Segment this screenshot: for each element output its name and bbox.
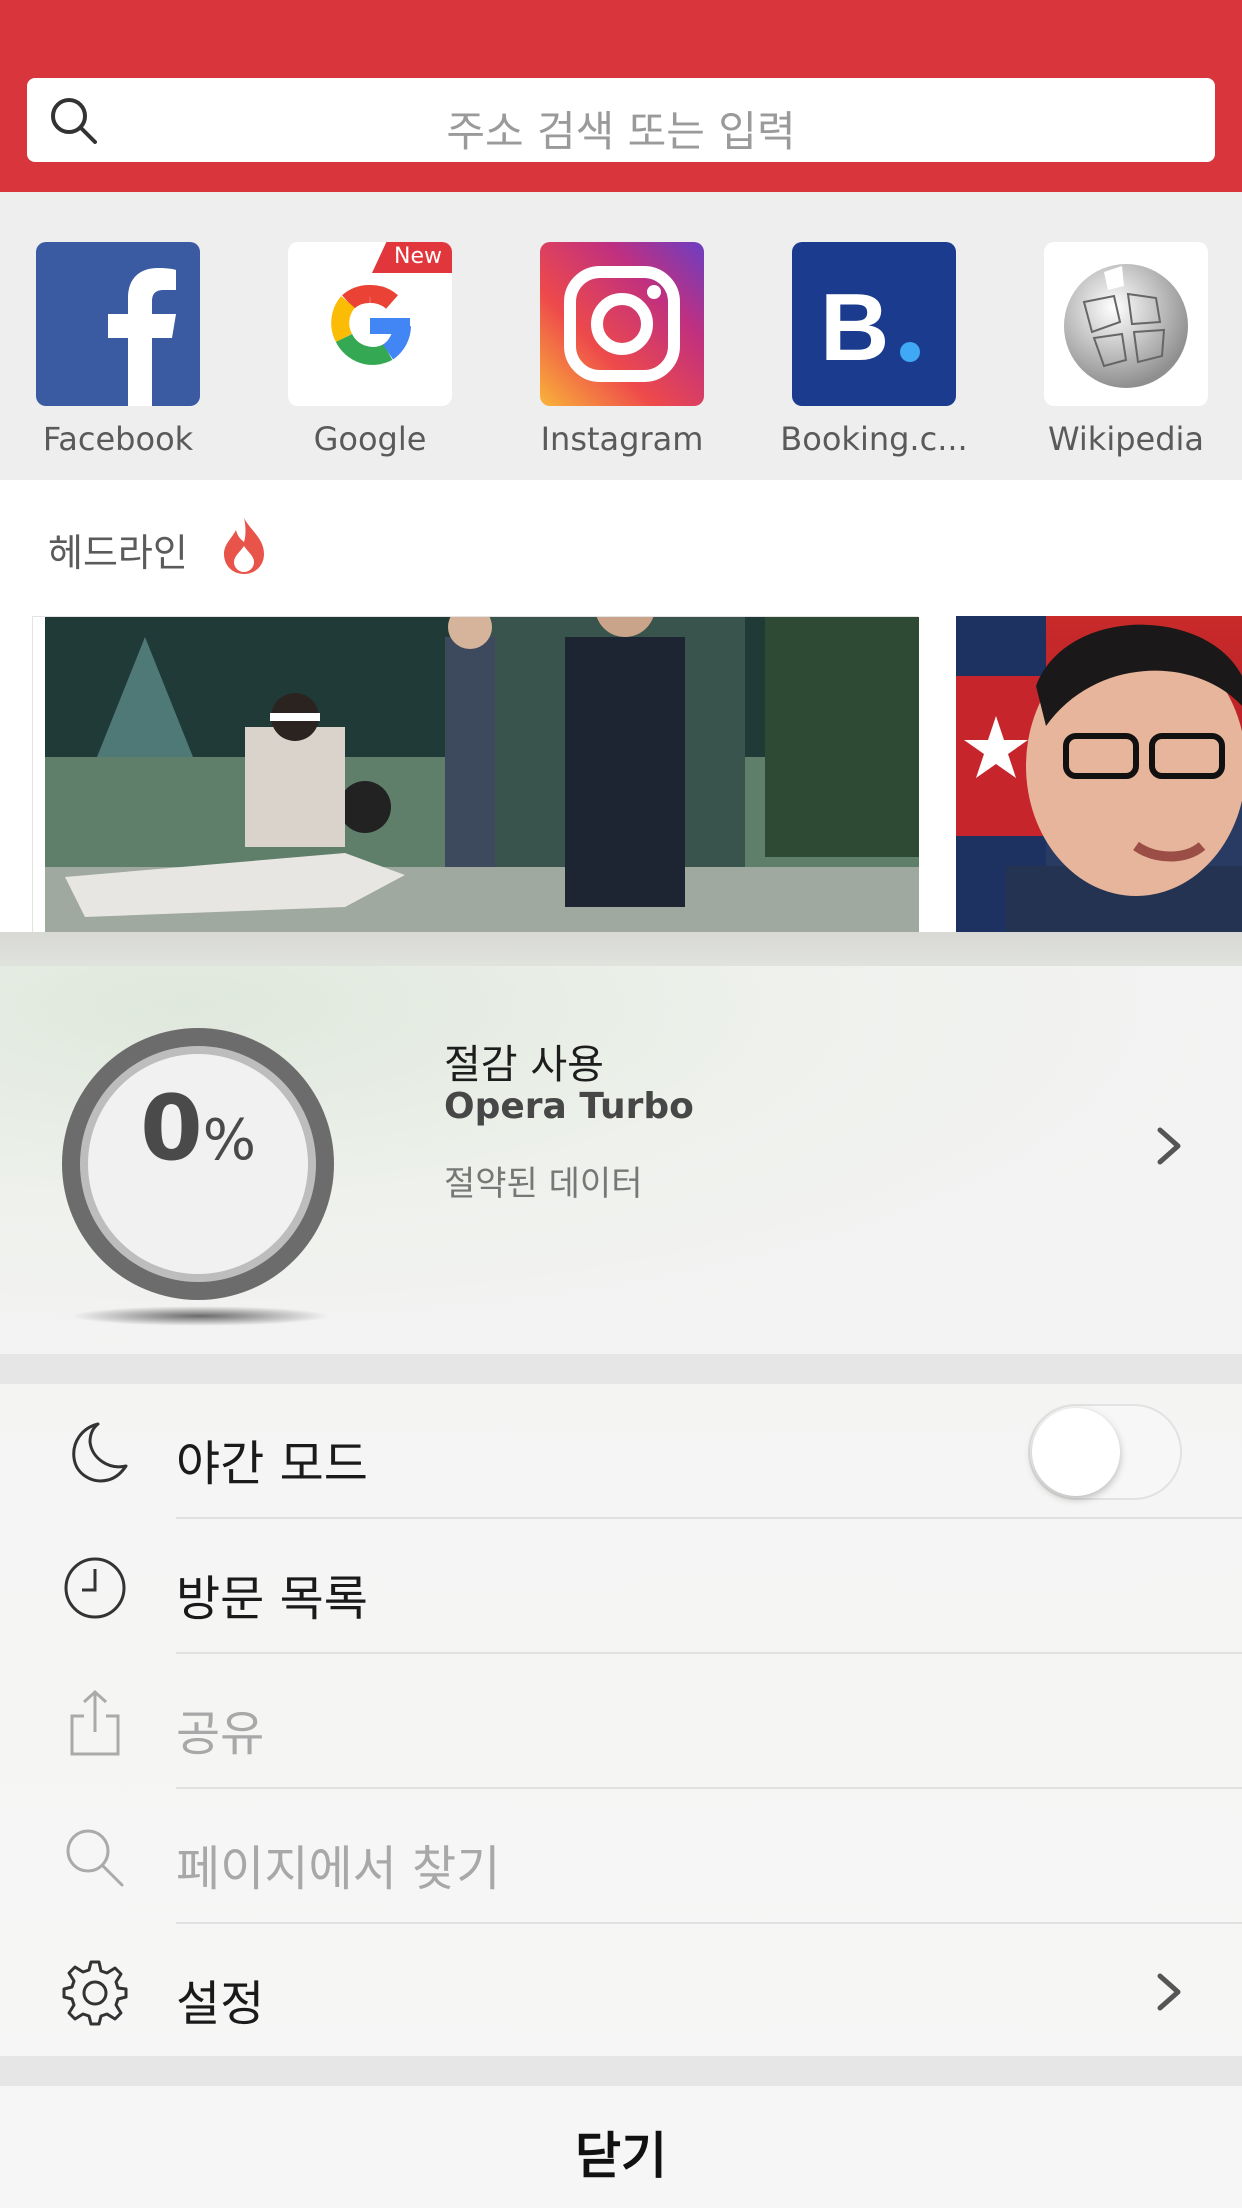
wikipedia-icon — [1044, 242, 1208, 406]
menu-list: 야간 모드 방문 목록 공유 페이지에서 찾기 설정 — [0, 1384, 1242, 2059]
browser-menu-sheet: 0% 절감 사용 Opera Turbo 절약된 데이터 야간 모드 방문 목록 — [0, 932, 1242, 2208]
chevron-right-icon — [1157, 1973, 1181, 2011]
gauge-shadow — [70, 1306, 330, 1326]
speed-dial-booking[interactable]: B Booking.c... — [780, 242, 968, 458]
gear-icon — [62, 1960, 128, 2026]
top-bar: 주소 검색 또는 입력 — [0, 0, 1242, 192]
headlines-title: 헤드라인 — [48, 531, 188, 575]
search-placeholder: 주소 검색 또는 입력 — [446, 107, 796, 156]
search-icon — [66, 1829, 124, 1887]
toggle-knob — [1032, 1408, 1120, 1496]
news-card[interactable] — [956, 616, 1242, 936]
savings-percent: 0% — [50, 1076, 346, 1181]
section-divider — [0, 2056, 1242, 2086]
tile-label: Instagram — [540, 420, 704, 458]
speed-dial-instagram[interactable]: Instagram — [540, 242, 704, 458]
menu-item-settings[interactable]: 설정 — [0, 1924, 1242, 2059]
menu-label: 페이지에서 찾기 — [176, 1841, 501, 1897]
moon-icon — [72, 1422, 128, 1483]
clock-icon — [64, 1557, 126, 1619]
speed-dial-facebook[interactable]: Facebook — [36, 242, 200, 458]
tile-label: Wikipedia — [1047, 420, 1205, 458]
close-label: 닫기 — [575, 2127, 667, 2185]
section-divider — [0, 1354, 1242, 1384]
svg-text:B: B — [820, 274, 889, 381]
turbo-subtitle: 절약된 데이터 — [444, 1164, 643, 1204]
instagram-icon — [540, 242, 704, 406]
tile-label: Google — [313, 420, 427, 458]
facebook-icon — [36, 242, 200, 406]
menu-label: 방문 목록 — [176, 1571, 368, 1627]
night-mode-toggle[interactable] — [1028, 1404, 1182, 1500]
menu-item-history[interactable]: 방문 목록 — [0, 1519, 1242, 1654]
booking-icon: B — [792, 242, 956, 406]
menu-item-night-mode[interactable]: 야간 모드 — [0, 1384, 1242, 1519]
tile-label: Facebook — [42, 420, 194, 458]
close-button[interactable]: 닫기 — [0, 2086, 1242, 2208]
speed-dial-wikipedia[interactable]: Wikipedia — [1044, 242, 1208, 458]
flame-icon — [224, 518, 264, 574]
turbo-name: Opera Turbo — [444, 1086, 694, 1127]
percent-sign: % — [202, 1108, 256, 1173]
chevron-right-icon — [1157, 1127, 1181, 1165]
news-image — [956, 616, 1242, 936]
headlines-section: 헤드라인 — [0, 480, 1242, 937]
menu-item-share[interactable]: 공유 — [0, 1654, 1242, 1789]
news-card[interactable] — [32, 616, 919, 937]
turbo-title: 절감 사용 — [444, 1042, 604, 1088]
news-image — [45, 617, 919, 937]
google-icon: New — [288, 242, 452, 406]
speed-dial-google[interactable]: New Google — [288, 242, 452, 458]
share-icon — [70, 1689, 120, 1756]
speed-dial: Facebook New Google Instagram B Booking.… — [0, 192, 1242, 480]
menu-item-find-in-page[interactable]: 페이지에서 찾기 — [0, 1789, 1242, 1924]
savings-percent-value: 0 — [140, 1076, 203, 1181]
address-search-input[interactable]: 주소 검색 또는 입력 — [27, 78, 1215, 162]
menu-label: 설정 — [176, 1976, 265, 2032]
menu-label: 공유 — [176, 1706, 265, 1762]
tile-label: Booking.c... — [780, 420, 968, 458]
opera-turbo-card[interactable]: 0% 절감 사용 Opera Turbo 절약된 데이터 — [0, 966, 1242, 1354]
menu-label: 야간 모드 — [176, 1436, 368, 1492]
